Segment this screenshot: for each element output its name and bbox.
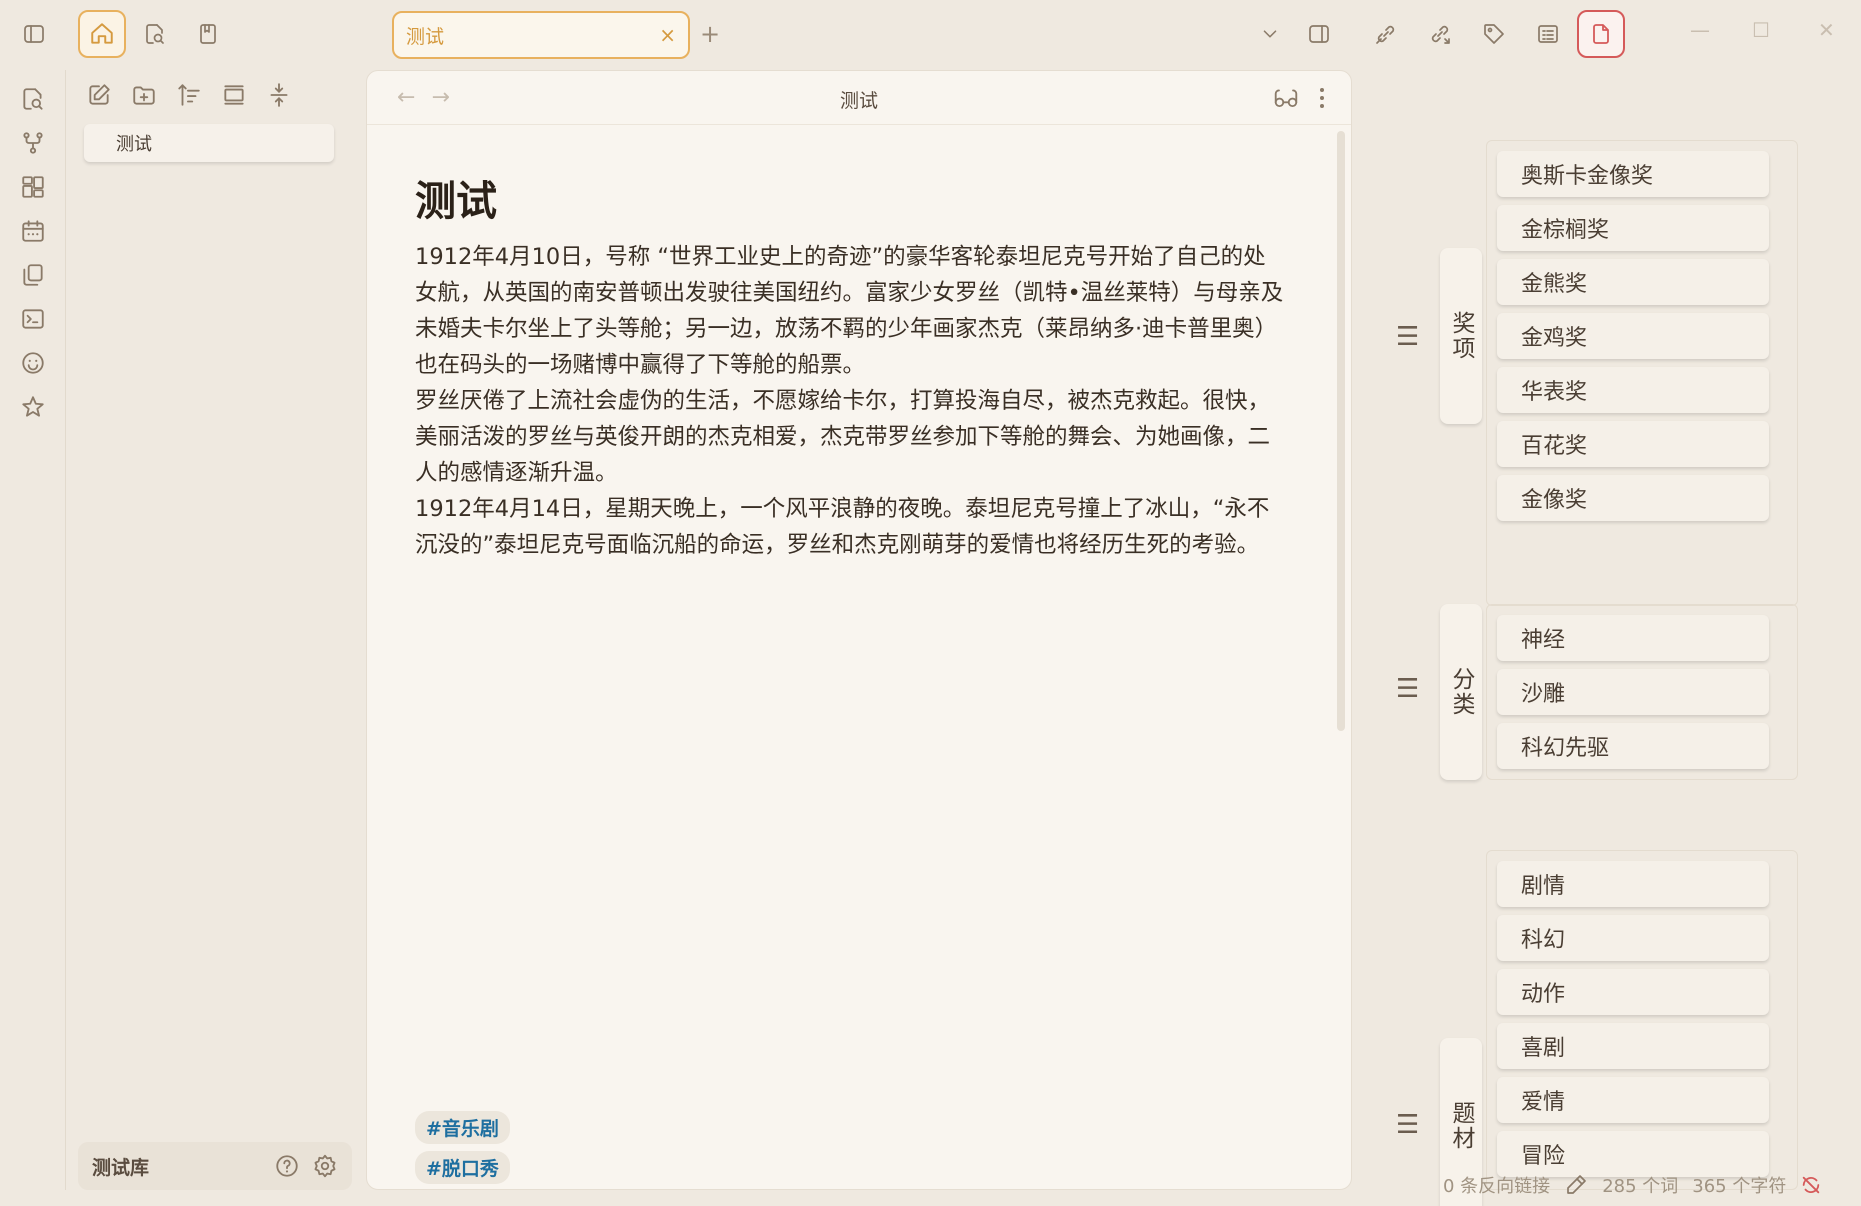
- file-properties-icon[interactable]: [1577, 10, 1625, 58]
- file-explorer: 测试 测试库: [66, 70, 362, 1190]
- title-bar: 测试 × + — ☐ ✕: [0, 0, 1861, 70]
- group-drag-handle[interactable]: ☰: [1396, 322, 1419, 352]
- explorer-toolbar: [86, 82, 292, 108]
- paragraph: 1912年4月10日，号称 “世界工业史上的奇迹”的豪华客轮泰坦尼克号开始了自己…: [415, 244, 1284, 378]
- chip-item[interactable]: 科幻先驱: [1497, 723, 1769, 769]
- tag-musical[interactable]: #音乐剧: [415, 1111, 510, 1144]
- help-icon[interactable]: [274, 1153, 300, 1179]
- group-genre: 剧情 科幻 动作 喜剧 爱情 冒险: [1486, 850, 1798, 1190]
- sync-error-icon[interactable]: [1800, 1174, 1822, 1196]
- copy-icon[interactable]: [20, 262, 46, 288]
- sidebar-toggle-icon[interactable]: [10, 10, 58, 58]
- editor-header: ← → 测试: [367, 71, 1351, 125]
- sort-icon[interactable]: [176, 82, 202, 108]
- new-note-icon[interactable]: [86, 82, 112, 108]
- view-header-title[interactable]: 测试: [367, 86, 1351, 113]
- backlink-icon[interactable]: [1362, 10, 1410, 58]
- more-options-icon[interactable]: [1317, 85, 1327, 111]
- vault-name: 测试库: [92, 1156, 150, 1179]
- terminal-icon[interactable]: [20, 306, 46, 332]
- tag-icon[interactable]: [1470, 10, 1518, 58]
- right-sidebar-toggle-icon[interactable]: [1295, 10, 1343, 58]
- status-bar: 0 条反向链接 285 个词 365 个字符: [1443, 1168, 1861, 1202]
- outline-icon[interactable]: [1524, 10, 1572, 58]
- note-tags: #音乐剧 #脱口秀: [415, 1111, 510, 1184]
- graph-view-icon[interactable]: [20, 130, 46, 156]
- reading-view-icon[interactable]: [1273, 85, 1299, 111]
- smiley-icon[interactable]: [20, 350, 46, 376]
- close-window-icon[interactable]: ✕: [1818, 18, 1835, 42]
- group-awards: 奥斯卡金像奖 金棕榈奖 金熊奖 金鸡奖 华表奖 百花奖 金像奖: [1486, 140, 1798, 606]
- bookmark-book-icon[interactable]: [184, 10, 232, 58]
- quick-switcher-icon[interactable]: [20, 86, 46, 112]
- note-title[interactable]: 测试: [415, 167, 497, 227]
- new-folder-icon[interactable]: [131, 82, 157, 108]
- chip-item[interactable]: 金熊奖: [1497, 259, 1769, 305]
- chip-item[interactable]: 爱情: [1497, 1077, 1769, 1123]
- group-label-awards[interactable]: 奖项: [1440, 248, 1482, 424]
- tag-standup[interactable]: #脱口秀: [415, 1151, 510, 1184]
- chip-item[interactable]: 华表奖: [1497, 367, 1769, 413]
- settings-gear-icon[interactable]: [312, 1153, 338, 1179]
- char-count: 365 个字符: [1692, 1176, 1787, 1197]
- chip-item[interactable]: 动作: [1497, 969, 1769, 1015]
- chevron-down-icon[interactable]: [1246, 10, 1294, 58]
- chip-item[interactable]: 沙雕: [1497, 669, 1769, 715]
- note-body[interactable]: 1912年4月10日，号称 “世界工业史上的奇迹”的豪华客轮泰坦尼克号开始了自己…: [415, 239, 1285, 563]
- auto-reveal-icon[interactable]: [221, 82, 247, 108]
- star-icon[interactable]: [20, 394, 46, 420]
- tab-title: 测试: [406, 25, 445, 48]
- edit-pencil-icon[interactable]: [1564, 1173, 1588, 1197]
- tag-groups-panel: ☰ 奖项 奥斯卡金像奖 金棕榈奖 金熊奖 金鸡奖 华表奖 百花奖 金像奖 ☰ 分…: [1356, 70, 1861, 1206]
- collapse-all-icon[interactable]: [266, 82, 292, 108]
- minimize-icon[interactable]: —: [1690, 18, 1710, 42]
- new-tab-icon[interactable]: +: [700, 20, 720, 48]
- tab-close-icon[interactable]: ×: [659, 23, 676, 47]
- paragraph: 1912年4月14日，星期天晚上，一个风平浪静的夜晚。泰坦尼克号撞上了冰山，“永…: [415, 496, 1270, 558]
- word-count: 285 个词: [1602, 1176, 1679, 1197]
- home-icon[interactable]: [78, 10, 126, 58]
- group-drag-handle[interactable]: ☰: [1396, 674, 1419, 704]
- chip-item[interactable]: 金鸡奖: [1497, 313, 1769, 359]
- file-item-test[interactable]: 测试: [84, 124, 334, 162]
- chip-item[interactable]: 百花奖: [1497, 421, 1769, 467]
- search-file-icon[interactable]: [131, 10, 179, 58]
- group-label-category[interactable]: 分类: [1440, 604, 1482, 780]
- tab-test[interactable]: 测试 ×: [392, 11, 690, 59]
- maximize-icon[interactable]: ☐: [1752, 18, 1770, 42]
- backlink-count[interactable]: 0 条反向链接: [1443, 1172, 1550, 1198]
- chip-item[interactable]: 剧情: [1497, 861, 1769, 907]
- group-category: 神经 沙雕 科幻先驱: [1486, 604, 1798, 780]
- editor-pane: ← → 测试 测试 1912年4月10日，号称 “世界工业史上的奇迹”的豪华客轮…: [366, 70, 1352, 1190]
- chip-item[interactable]: 金棕榈奖: [1497, 205, 1769, 251]
- chip-item[interactable]: 科幻: [1497, 915, 1769, 961]
- left-ribbon: [0, 70, 66, 1190]
- chip-item[interactable]: 金像奖: [1497, 475, 1769, 521]
- vault-switcher[interactable]: 测试库: [78, 1142, 352, 1190]
- group-drag-handle[interactable]: ☰: [1396, 1110, 1419, 1140]
- canvas-icon[interactable]: [20, 174, 46, 200]
- chip-item[interactable]: 奥斯卡金像奖: [1497, 151, 1769, 197]
- calendar-icon[interactable]: [20, 218, 46, 244]
- paragraph: 罗丝厌倦了上流社会虚伪的生活，不愿嫁给卡尔，打算投海自尽，被杰克救起。很快，美丽…: [415, 388, 1271, 486]
- chip-item[interactable]: 神经: [1497, 615, 1769, 661]
- outgoing-link-icon[interactable]: [1416, 10, 1464, 58]
- chip-item[interactable]: 喜剧: [1497, 1023, 1769, 1069]
- editor-scrollbar[interactable]: [1337, 131, 1345, 731]
